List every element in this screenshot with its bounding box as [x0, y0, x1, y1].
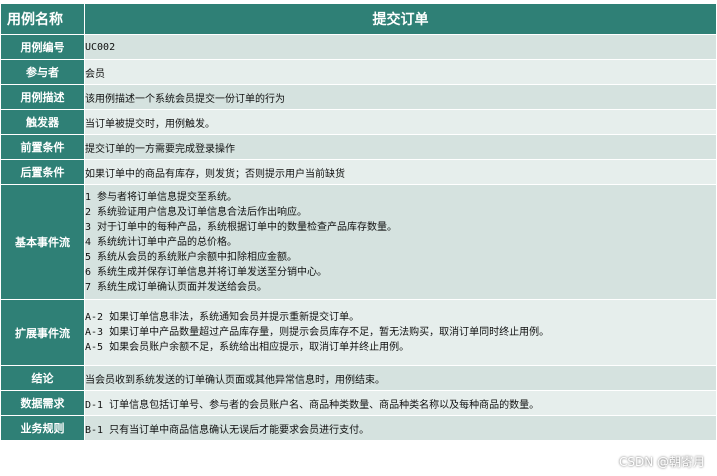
row-key: 用例编号	[0, 34, 85, 60]
row-extension-flow: 扩展事件流 A-2 如果订单信息非法，系统通知会员并提示重新提交订单。 A-3 …	[0, 299, 717, 366]
row-key: 参与者	[0, 59, 85, 85]
use-case-title: 提交订单	[84, 3, 717, 35]
row-precondition: 前置条件 提交订单的一方需要完成登录操作	[0, 134, 717, 160]
row-key: 结论	[0, 365, 85, 391]
row-value: 1 参与者将订单信息提交至系统。 2 系统验证用户信息及订单信息合法后作出响应。…	[84, 184, 717, 300]
row-basic-flow: 基本事件流 1 参与者将订单信息提交至系统。 2 系统验证用户信息及订单信息合法…	[0, 184, 717, 300]
extension-step: A-3 如果订单中产品数量超过产品库存量，则提示会员库存不足，暂无法购买，取消订…	[85, 327, 550, 338]
row-key: 业务规则	[0, 415, 85, 441]
row-value: D-1 订单信息包括订单号、参与者的会员账户名、商品种类数量、商品种类名称以及每…	[84, 390, 717, 416]
row-value: 会员	[84, 59, 717, 85]
basic-flow-step: 7 系统生成订单确认页面并发送给会员。	[85, 281, 268, 293]
row-value: 该用例描述一个系统会员提交一份订单的行为	[84, 84, 717, 110]
extension-step: A-5 如果会员账户余额不足，系统给出相应提示，取消订单并终止用例。	[85, 342, 410, 353]
row-key: 基本事件流	[0, 184, 85, 300]
basic-flow-step: 3 对于订单中的每种产品，系统根据订单中的数量检查产品库存数量。	[85, 221, 398, 233]
basic-flow-step: 6 系统生成并保存订单信息并将订单发送至分销中心。	[85, 266, 328, 278]
use-case-table: 用例名称 提交订单 用例编号 UC002 参与者 会员 用例描述 该用例描述一个…	[0, 3, 717, 441]
row-value: A-2 如果订单信息非法，系统通知会员并提示重新提交订单。 A-3 如果订单中产…	[84, 299, 717, 366]
row-value: 提交订单的一方需要完成登录操作	[84, 134, 717, 160]
row-key: 后置条件	[0, 159, 85, 185]
row-trigger: 触发器 当订单被提交时，用例触发。	[0, 109, 717, 135]
basic-flow-step: 1 参与者将订单信息提交至系统。	[85, 191, 238, 203]
header-row: 用例名称 提交订单	[0, 3, 717, 35]
basic-flow-step: 2 系统验证用户信息及订单信息合法后作出响应。	[85, 206, 308, 218]
row-value: 当会员收到系统发送的订单确认页面或其他异常信息时，用例结束。	[84, 365, 717, 391]
row-value: UC002	[84, 34, 717, 60]
watermark: CSDN @朝寄月	[618, 455, 705, 469]
row-value: 当订单被提交时，用例触发。	[84, 109, 717, 135]
row-key: 触发器	[0, 109, 85, 135]
extension-step: A-2 如果订单信息非法，系统通知会员并提示重新提交订单。	[85, 312, 360, 323]
row-key: 数据需求	[0, 390, 85, 416]
header-key: 用例名称	[0, 3, 85, 35]
row-key: 前置条件	[0, 134, 85, 160]
row-actor: 参与者 会员	[0, 59, 717, 85]
row-conclusion: 结论 当会员收到系统发送的订单确认页面或其他异常信息时，用例结束。	[0, 365, 717, 391]
row-description: 用例描述 该用例描述一个系统会员提交一份订单的行为	[0, 84, 717, 110]
row-postcondition: 后置条件 如果订单中的商品有库存，则发货；否则提示用户当前缺货	[0, 159, 717, 185]
row-value: 如果订单中的商品有库存，则发货；否则提示用户当前缺货	[84, 159, 717, 185]
row-use-case-id: 用例编号 UC002	[0, 34, 717, 60]
row-business-rule: 业务规则 B-1 只有当订单中商品信息确认无误后才能要求会员进行支付。	[0, 415, 717, 441]
basic-flow-step: 4 系统统计订单中产品的总价格。	[85, 236, 238, 248]
row-data-requirement: 数据需求 D-1 订单信息包括订单号、参与者的会员账户名、商品种类数量、商品种类…	[0, 390, 717, 416]
row-key: 用例描述	[0, 84, 85, 110]
row-value: B-1 只有当订单中商品信息确认无误后才能要求会员进行支付。	[84, 415, 717, 441]
row-key: 扩展事件流	[0, 299, 85, 366]
basic-flow-step: 5 系统从会员的系统账户余额中扣除相应金额。	[85, 251, 298, 263]
